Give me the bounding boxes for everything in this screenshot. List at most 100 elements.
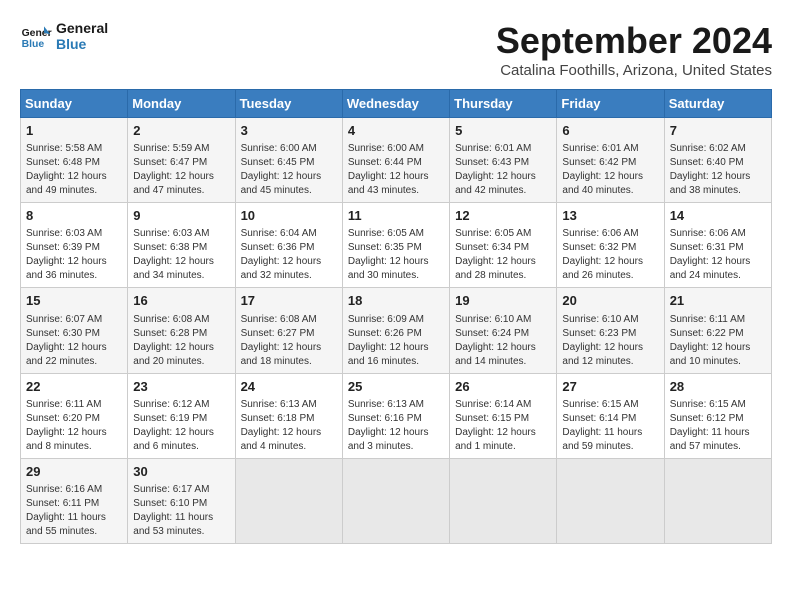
day-number: 12 bbox=[455, 207, 551, 225]
day-info: Sunrise: 6:07 AM Sunset: 6:30 PM Dayligh… bbox=[26, 313, 122, 369]
day-number: 20 bbox=[562, 292, 658, 310]
header: General Blue General Blue September 2024… bbox=[20, 20, 772, 79]
calendar-cell: 24 Sunrise: 6:13 AM Sunset: 6:18 PM Dayli… bbox=[235, 373, 342, 458]
day-header: Tuesday bbox=[235, 90, 342, 118]
day-info: Sunrise: 6:02 AM Sunset: 6:40 PM Dayligh… bbox=[670, 142, 766, 198]
day-info: Sunrise: 6:16 AM Sunset: 6:11 PM Dayligh… bbox=[26, 483, 122, 539]
day-number: 30 bbox=[133, 463, 229, 481]
calendar-week-row: 8 Sunrise: 6:03 AM Sunset: 6:39 PM Daylig… bbox=[21, 203, 772, 288]
month-title: September 2024 bbox=[496, 20, 772, 62]
day-info: Sunrise: 6:00 AM Sunset: 6:45 PM Dayligh… bbox=[241, 142, 337, 198]
day-info: Sunrise: 6:00 AM Sunset: 6:44 PM Dayligh… bbox=[348, 142, 444, 198]
day-number: 24 bbox=[241, 378, 337, 396]
calendar-cell: 23 Sunrise: 6:12 AM Sunset: 6:19 PM Dayli… bbox=[128, 373, 235, 458]
calendar-cell: 10 Sunrise: 6:04 AM Sunset: 6:36 PM Dayli… bbox=[235, 203, 342, 288]
calendar-cell: 27Sunrise: 6:15 AM Sunset: 6:14 PM Dayli… bbox=[557, 373, 664, 458]
day-number: 13 bbox=[562, 207, 658, 225]
day-number: 23 bbox=[133, 378, 229, 396]
calendar-cell: 18Sunrise: 6:09 AM Sunset: 6:26 PM Dayli… bbox=[342, 288, 449, 373]
day-info: Sunrise: 6:08 AM Sunset: 6:28 PM Dayligh… bbox=[133, 313, 229, 369]
day-info: Sunrise: 6:01 AM Sunset: 6:43 PM Dayligh… bbox=[455, 142, 551, 198]
logo-icon: General Blue bbox=[20, 20, 52, 52]
day-info: Sunrise: 6:17 AM Sunset: 6:10 PM Dayligh… bbox=[133, 483, 229, 539]
day-info: Sunrise: 6:10 AM Sunset: 6:24 PM Dayligh… bbox=[455, 313, 551, 369]
calendar-cell: 8 Sunrise: 6:03 AM Sunset: 6:39 PM Daylig… bbox=[21, 203, 128, 288]
logo-line2: Blue bbox=[56, 36, 108, 52]
day-info: Sunrise: 6:14 AM Sunset: 6:15 PM Dayligh… bbox=[455, 398, 551, 454]
calendar-cell: 26 Sunrise: 6:14 AM Sunset: 6:15 PM Dayli… bbox=[450, 373, 557, 458]
day-info: Sunrise: 6:13 AM Sunset: 6:16 PM Dayligh… bbox=[348, 398, 444, 454]
calendar-cell: 1Sunrise: 5:58 AM Sunset: 6:48 PM Daylig… bbox=[21, 118, 128, 203]
calendar-cell: 11Sunrise: 6:05 AM Sunset: 6:35 PM Dayli… bbox=[342, 203, 449, 288]
day-number: 26 bbox=[455, 378, 551, 396]
day-info: Sunrise: 6:08 AM Sunset: 6:27 PM Dayligh… bbox=[241, 313, 337, 369]
location-title: Catalina Foothills, Arizona, United Stat… bbox=[496, 62, 772, 79]
calendar-cell: 20 Sunrise: 6:10 AM Sunset: 6:23 PM Dayli… bbox=[557, 288, 664, 373]
day-info: Sunrise: 6:15 AM Sunset: 6:12 PM Dayligh… bbox=[670, 398, 766, 454]
calendar-cell: 22 Sunrise: 6:11 AM Sunset: 6:20 PM Dayli… bbox=[21, 373, 128, 458]
calendar-cell: 28Sunrise: 6:15 AM Sunset: 6:12 PM Dayli… bbox=[664, 373, 771, 458]
day-number: 25 bbox=[348, 378, 444, 396]
calendar-cell: 9 Sunrise: 6:03 AM Sunset: 6:38 PM Daylig… bbox=[128, 203, 235, 288]
day-number: 27 bbox=[562, 378, 658, 396]
calendar-cell: 21 Sunrise: 6:11 AM Sunset: 6:22 PM Dayli… bbox=[664, 288, 771, 373]
logo: General Blue General Blue bbox=[20, 20, 108, 52]
day-header: Sunday bbox=[21, 90, 128, 118]
day-number: 22 bbox=[26, 378, 122, 396]
day-number: 10 bbox=[241, 207, 337, 225]
calendar-cell: 17 Sunrise: 6:08 AM Sunset: 6:27 PM Dayli… bbox=[235, 288, 342, 373]
day-info: Sunrise: 6:06 AM Sunset: 6:31 PM Dayligh… bbox=[670, 227, 766, 283]
day-number: 3 bbox=[241, 122, 337, 140]
day-info: Sunrise: 6:03 AM Sunset: 6:38 PM Dayligh… bbox=[133, 227, 229, 283]
day-number: 17 bbox=[241, 292, 337, 310]
calendar-cell: 14Sunrise: 6:06 AM Sunset: 6:31 PM Dayli… bbox=[664, 203, 771, 288]
calendar-cell: 4 Sunrise: 6:00 AM Sunset: 6:44 PM Daylig… bbox=[342, 118, 449, 203]
day-info: Sunrise: 5:59 AM Sunset: 6:47 PM Dayligh… bbox=[133, 142, 229, 198]
day-number: 6 bbox=[562, 122, 658, 140]
day-info: Sunrise: 6:04 AM Sunset: 6:36 PM Dayligh… bbox=[241, 227, 337, 283]
calendar-cell bbox=[342, 458, 449, 543]
day-number: 1 bbox=[26, 122, 122, 140]
day-number: 16 bbox=[133, 292, 229, 310]
calendar-cell: 16 Sunrise: 6:08 AM Sunset: 6:28 PM Dayli… bbox=[128, 288, 235, 373]
calendar-cell bbox=[664, 458, 771, 543]
calendar-cell: 7Sunrise: 6:02 AM Sunset: 6:40 PM Daylig… bbox=[664, 118, 771, 203]
calendar-cell bbox=[450, 458, 557, 543]
title-area: September 2024 Catalina Foothills, Arizo… bbox=[496, 20, 772, 79]
calendar-cell: 13Sunrise: 6:06 AM Sunset: 6:32 PM Dayli… bbox=[557, 203, 664, 288]
day-info: Sunrise: 6:10 AM Sunset: 6:23 PM Dayligh… bbox=[562, 313, 658, 369]
calendar-week-row: 15 Sunrise: 6:07 AM Sunset: 6:30 PM Dayli… bbox=[21, 288, 772, 373]
days-header-row: SundayMondayTuesdayWednesdayThursdayFrid… bbox=[21, 90, 772, 118]
calendar-cell bbox=[557, 458, 664, 543]
day-number: 8 bbox=[26, 207, 122, 225]
day-number: 18 bbox=[348, 292, 444, 310]
calendar-cell bbox=[235, 458, 342, 543]
day-number: 15 bbox=[26, 292, 122, 310]
day-number: 2 bbox=[133, 122, 229, 140]
calendar-cell: 6 Sunrise: 6:01 AM Sunset: 6:42 PM Daylig… bbox=[557, 118, 664, 203]
svg-text:Blue: Blue bbox=[22, 39, 45, 50]
day-info: Sunrise: 6:11 AM Sunset: 6:20 PM Dayligh… bbox=[26, 398, 122, 454]
day-header: Saturday bbox=[664, 90, 771, 118]
calendar-cell: 12 Sunrise: 6:05 AM Sunset: 6:34 PM Dayli… bbox=[450, 203, 557, 288]
day-info: Sunrise: 6:13 AM Sunset: 6:18 PM Dayligh… bbox=[241, 398, 337, 454]
day-info: Sunrise: 6:11 AM Sunset: 6:22 PM Dayligh… bbox=[670, 313, 766, 369]
day-info: Sunrise: 6:01 AM Sunset: 6:42 PM Dayligh… bbox=[562, 142, 658, 198]
day-number: 29 bbox=[26, 463, 122, 481]
day-number: 21 bbox=[670, 292, 766, 310]
day-number: 19 bbox=[455, 292, 551, 310]
calendar-table: SundayMondayTuesdayWednesdayThursdayFrid… bbox=[20, 89, 772, 544]
day-header: Monday bbox=[128, 90, 235, 118]
day-number: 11 bbox=[348, 207, 444, 225]
calendar-cell: 5 Sunrise: 6:01 AM Sunset: 6:43 PM Daylig… bbox=[450, 118, 557, 203]
day-info: Sunrise: 6:12 AM Sunset: 6:19 PM Dayligh… bbox=[133, 398, 229, 454]
calendar-cell: 29 Sunrise: 6:16 AM Sunset: 6:11 PM Dayli… bbox=[21, 458, 128, 543]
calendar-cell: 2 Sunrise: 5:59 AM Sunset: 6:47 PM Daylig… bbox=[128, 118, 235, 203]
calendar-week-row: 29 Sunrise: 6:16 AM Sunset: 6:11 PM Dayli… bbox=[21, 458, 772, 543]
calendar-week-row: 22 Sunrise: 6:11 AM Sunset: 6:20 PM Dayli… bbox=[21, 373, 772, 458]
day-info: Sunrise: 6:05 AM Sunset: 6:34 PM Dayligh… bbox=[455, 227, 551, 283]
day-number: 4 bbox=[348, 122, 444, 140]
day-number: 5 bbox=[455, 122, 551, 140]
day-number: 9 bbox=[133, 207, 229, 225]
day-info: Sunrise: 6:03 AM Sunset: 6:39 PM Dayligh… bbox=[26, 227, 122, 283]
